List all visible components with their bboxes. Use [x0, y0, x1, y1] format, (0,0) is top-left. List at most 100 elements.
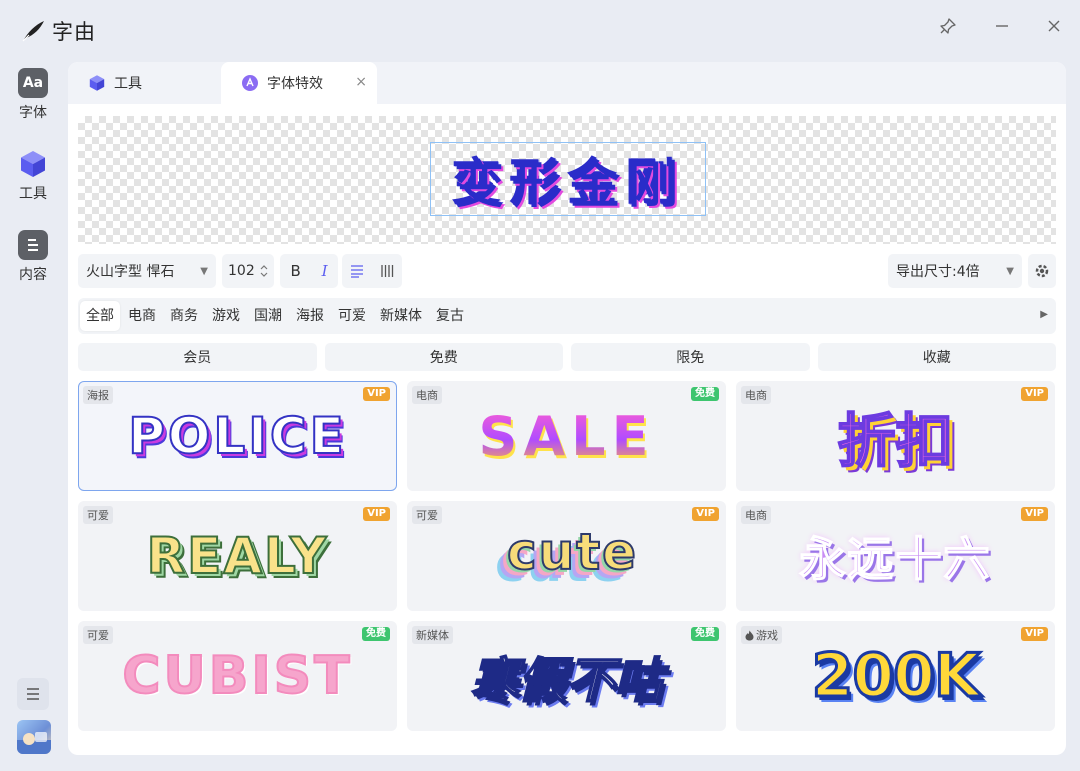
- card-tag: 电商: [741, 506, 771, 524]
- tab-label: 工具: [114, 76, 142, 92]
- category-retro[interactable]: 复古: [430, 301, 470, 331]
- cube-icon: [89, 75, 105, 91]
- filter-bar: 会员 免费 限免 收藏: [78, 343, 1056, 371]
- free-badge: 免费: [691, 387, 719, 401]
- category-poster[interactable]: 海报: [290, 301, 330, 331]
- italic-button[interactable]: I: [322, 262, 328, 280]
- card-tag: 游戏: [741, 626, 782, 644]
- effect-sample-text: 折扣: [836, 406, 954, 476]
- filter-member[interactable]: 会员: [78, 343, 317, 371]
- pen-nib-icon: [22, 21, 44, 42]
- effect-sample-text: 寒假不咕: [469, 652, 663, 710]
- effect-card[interactable]: 新媒体 免费 寒假不咕: [407, 621, 726, 731]
- chevron-right-icon[interactable]: ▶: [1040, 309, 1048, 320]
- gear-icon[interactable]: [1028, 254, 1056, 288]
- menu-icon[interactable]: [17, 678, 49, 710]
- close-window-icon[interactable]: [1042, 14, 1066, 38]
- vip-badge: VIP: [1021, 387, 1048, 401]
- tab-tools[interactable]: 工具: [88, 62, 142, 104]
- sidebar-item-content[interactable]: 内容: [0, 230, 66, 284]
- category-cute[interactable]: 可爱: [332, 301, 372, 331]
- font-size-stepper[interactable]: 102: [222, 254, 274, 288]
- filter-limited-free[interactable]: 限免: [571, 343, 810, 371]
- app-title: 字由: [52, 20, 96, 44]
- category-game[interactable]: 游戏: [206, 301, 246, 331]
- vip-badge: VIP: [1021, 627, 1048, 641]
- effect-card[interactable]: 电商 免费 SALE: [407, 381, 726, 491]
- filter-favorites[interactable]: 收藏: [817, 343, 1056, 371]
- category-new-media[interactable]: 新媒体: [374, 301, 428, 331]
- card-tag: 可爱: [83, 506, 113, 524]
- tab-font-effects[interactable]: 字体特效 ×: [221, 62, 377, 104]
- tab-bar: 工具 字体特效 ×: [68, 62, 1066, 104]
- sidebar-item-label: 工具: [19, 186, 47, 202]
- format-group: B I: [280, 254, 338, 288]
- effect-grid: 海报 VIP POLICE 电商 免费 SALE 电商 VIP 折扣 可爱 VI…: [78, 381, 1056, 731]
- document-icon: [18, 230, 48, 260]
- effect-sample-text: POLICE: [127, 406, 347, 466]
- main-panel: 工具 字体特效 × 变形金刚 火山字型 悍石 ▼ 102 B I 导出尺寸:4倍…: [68, 62, 1066, 755]
- preview-text: 变形金刚: [452, 143, 684, 215]
- sidebar-item-fonts[interactable]: Aa 字体: [0, 68, 66, 122]
- effect-icon: [242, 75, 258, 91]
- card-tag-label: 游戏: [756, 629, 778, 642]
- card-tag: 电商: [412, 386, 442, 404]
- export-size-value: 导出尺寸:4倍: [896, 264, 980, 280]
- close-tab-icon[interactable]: ×: [355, 74, 367, 90]
- card-tag: 可爱: [83, 626, 113, 644]
- font-size-value: 102: [228, 263, 255, 279]
- card-tag: 可爱: [412, 506, 442, 524]
- category-ecommerce[interactable]: 电商: [122, 301, 162, 331]
- free-badge: 免费: [362, 627, 390, 641]
- stepper-arrows-icon[interactable]: [260, 264, 268, 278]
- left-sidebar: Aa 字体 工具 内容: [0, 62, 66, 771]
- title-bar: 字由: [0, 0, 1080, 62]
- flame-icon: [745, 630, 754, 640]
- effect-sample-text: REALY: [146, 526, 329, 586]
- filter-free[interactable]: 免费: [324, 343, 563, 371]
- effect-card[interactable]: 游戏 VIP 200K: [736, 621, 1055, 731]
- effect-card[interactable]: 电商 VIP 永远十六: [736, 501, 1055, 611]
- font-select[interactable]: 火山字型 悍石 ▼: [78, 254, 216, 288]
- effect-sample-text: cute: [506, 522, 639, 582]
- category-business[interactable]: 商务: [164, 301, 204, 331]
- effect-card[interactable]: 电商 VIP 折扣: [736, 381, 1055, 491]
- effect-card[interactable]: 可爱 VIP REALY: [78, 501, 397, 611]
- effect-card[interactable]: 可爱 VIP cute: [407, 501, 726, 611]
- tab-label: 字体特效: [267, 76, 323, 92]
- effect-sample-text: 永远十六: [799, 531, 992, 587]
- export-size-select[interactable]: 导出尺寸:4倍 ▼: [888, 254, 1022, 288]
- app-logo: 字由: [20, 16, 96, 46]
- bold-button[interactable]: B: [290, 262, 300, 280]
- category-guochao[interactable]: 国潮: [248, 301, 288, 331]
- chevron-down-icon: ▼: [200, 265, 208, 277]
- vip-badge: VIP: [1021, 507, 1048, 521]
- category-all[interactable]: 全部: [80, 301, 120, 331]
- vertical-text-icon[interactable]: [379, 263, 395, 279]
- sidebar-item-tools[interactable]: 工具: [0, 149, 66, 203]
- effect-sample-text: SALE: [478, 404, 655, 468]
- card-tag: 新媒体: [412, 626, 453, 644]
- horizontal-text-icon[interactable]: [349, 263, 365, 279]
- preview-canvas[interactable]: 变形金刚: [78, 116, 1056, 244]
- vip-badge: VIP: [363, 507, 390, 521]
- card-tag: 电商: [741, 386, 771, 404]
- effect-sample-text: CUBIST: [121, 645, 353, 707]
- card-tag: 海报: [83, 386, 113, 404]
- category-bar: 全部 电商 商务 游戏 国潮 海报 可爱 新媒体 复古 ▶: [78, 298, 1056, 334]
- font-aa-icon: Aa: [18, 68, 48, 98]
- sidebar-item-label: 内容: [19, 267, 47, 283]
- effect-card[interactable]: 可爱 免费 CUBIST: [78, 621, 397, 731]
- minimize-icon[interactable]: [990, 14, 1014, 38]
- vip-badge: VIP: [692, 507, 719, 521]
- text-toolbar: 火山字型 悍石 ▼ 102 B I 导出尺寸:4倍 ▼: [78, 254, 1056, 288]
- effect-sample-text: 200K: [810, 640, 982, 713]
- preview-text-box[interactable]: 变形金刚: [430, 142, 706, 216]
- avatar[interactable]: [17, 720, 51, 754]
- sidebar-item-label: 字体: [19, 105, 47, 121]
- layout-group: [342, 254, 402, 288]
- chevron-down-icon: ▼: [1006, 265, 1014, 277]
- vip-badge: VIP: [363, 387, 390, 401]
- pin-icon[interactable]: [936, 14, 960, 38]
- effect-card[interactable]: 海报 VIP POLICE: [78, 381, 397, 491]
